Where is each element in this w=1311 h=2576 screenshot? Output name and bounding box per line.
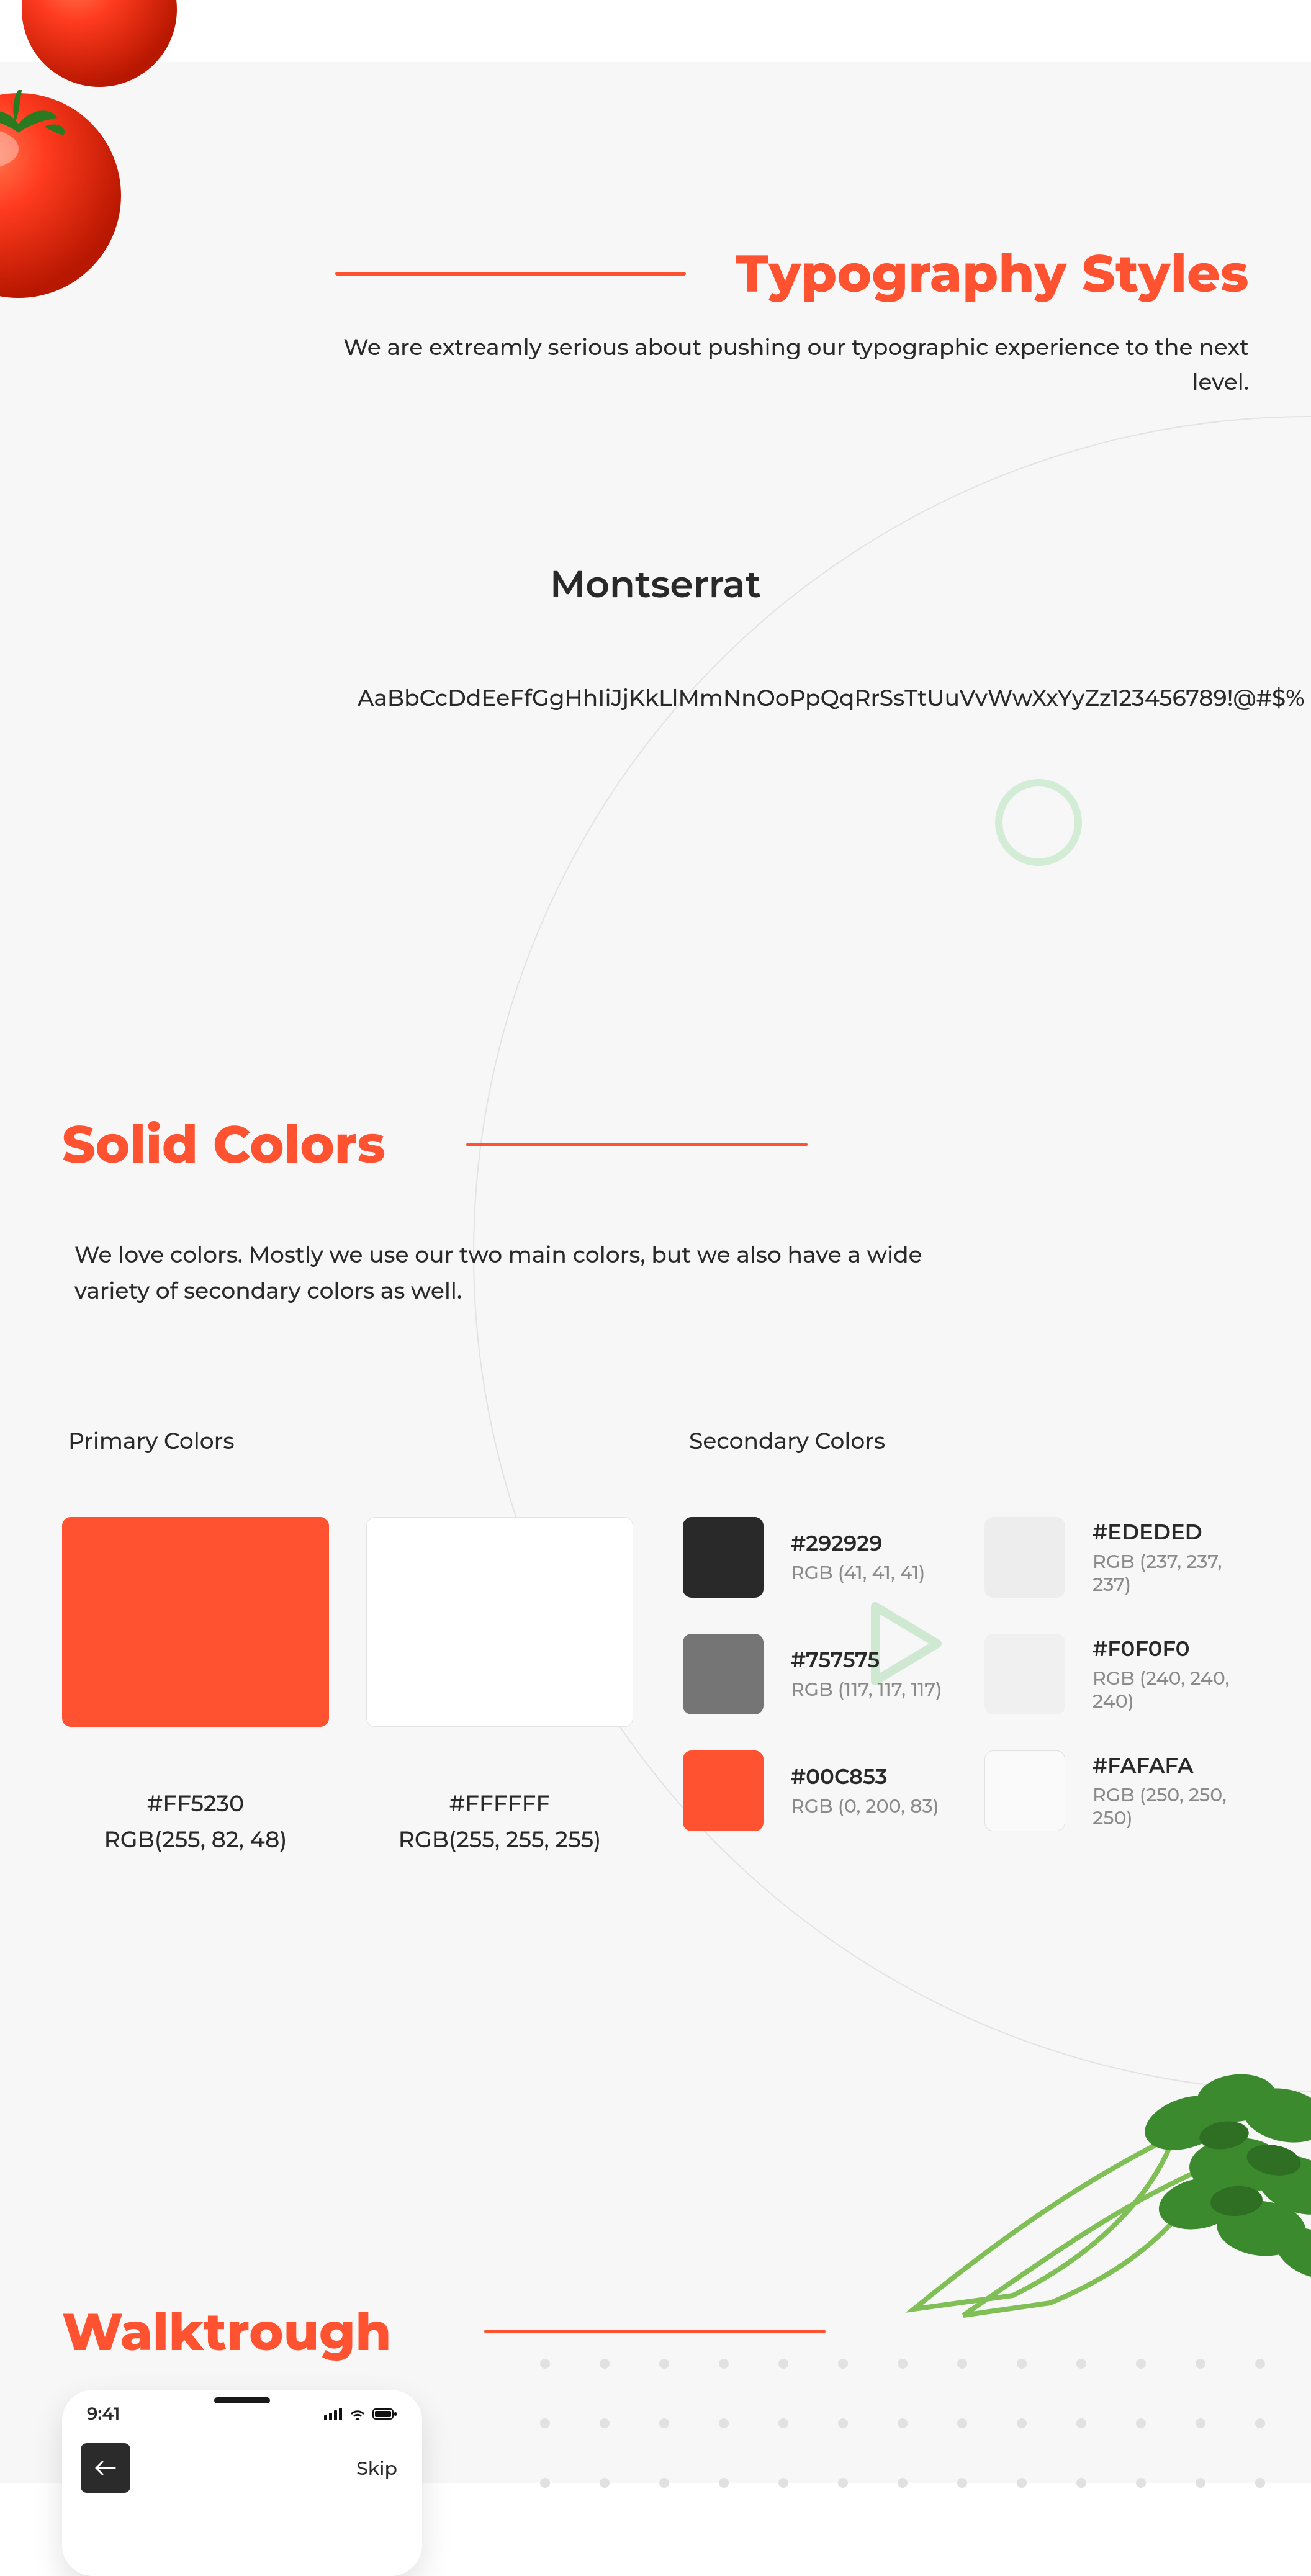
secondary-colors-list-left: #292929 RGB (41, 41, 41) #757575 RGB (11… (683, 1517, 947, 1831)
wifi-icon (349, 2408, 366, 2420)
solid-colors-header: Solid Colors (62, 1113, 1249, 1176)
walkthrough-divider (484, 2330, 826, 2333)
swatch-rgb: RGB (250, 250, 250) (1092, 1783, 1249, 1829)
secondary-colors-column: Secondary Colors #292929 RGB (41, 41, 41… (683, 1428, 1249, 1853)
swatch-hex: #00C853 (791, 1763, 939, 1790)
solid-colors-divider (466, 1143, 808, 1146)
swatch-chip (62, 1517, 329, 1727)
arrow-left-icon (95, 2461, 116, 2475)
back-button[interactable] (81, 2443, 130, 2493)
secondary-swatch-row: #FAFAFA RGB (250, 250, 250) (984, 1750, 1249, 1831)
secondary-swatch-row: #292929 RGB (41, 41, 41) (683, 1517, 947, 1598)
swatch-rgb: RGB (240, 240, 240) (1092, 1667, 1249, 1713)
primary-colors-label: Primary Colors (62, 1428, 633, 1455)
swatch-rgb: RGB (117, 117, 117) (791, 1678, 942, 1701)
swatch-hex: #F0F0F0 (1092, 1636, 1249, 1662)
swatch-chip (984, 1517, 1065, 1598)
walkthrough-title: Walktrough (62, 2300, 391, 2363)
tomato-image-large (0, 90, 124, 301)
swatch-rgb: RGB (237, 237, 237) (1092, 1550, 1249, 1596)
solid-colors-section: Solid Colors We love colors. Mostly we u… (62, 1113, 1249, 1853)
secondary-colors-label: Secondary Colors (683, 1428, 1249, 1455)
status-time: 9:41 (87, 2403, 120, 2425)
battery-icon (372, 2408, 397, 2420)
status-icons (324, 2408, 397, 2420)
swatch-hex: #EDEDED (1092, 1519, 1249, 1545)
phone-notch (177, 2390, 307, 2413)
font-name: Montserrat (62, 562, 1249, 607)
swatch-chip (984, 1750, 1065, 1831)
primary-swatch: #FF5230 RGB(255, 82, 48) (62, 1517, 329, 1853)
swatch-rgb: RGB(255, 255, 255) (366, 1826, 633, 1853)
cellular-icon (324, 2408, 343, 2420)
solid-colors-subtitle: We love colors. Mostly we use our two ma… (62, 1238, 931, 1309)
glyph-sample: AaBbCcDdEeFfGgHhIiJjKkLlMmNnOoPpQqRrSsTt… (358, 682, 953, 716)
swatch-rgb: RGB (41, 41, 41) (791, 1561, 925, 1584)
swatch-chip (984, 1634, 1065, 1714)
typography-divider (335, 272, 686, 276)
swatch-hex: #292929 (791, 1530, 925, 1556)
primary-swatch: #FFFFFF RGB(255, 255, 255) (366, 1517, 633, 1853)
decorative-dot-grid (540, 2359, 1265, 2488)
skip-button[interactable]: Skip (356, 2457, 397, 2480)
primary-colors-column: Primary Colors #FF5230 RGB(255, 82, 48) … (62, 1428, 633, 1853)
secondary-swatch-row: #F0F0F0 RGB (240, 240, 240) (984, 1634, 1249, 1714)
swatch-chip (683, 1517, 764, 1598)
secondary-colors-list-right: #EDEDED RGB (237, 237, 237) #F0F0F0 RGB … (984, 1517, 1249, 1831)
secondary-swatch-row: #00C853 RGB (0, 200, 83) (683, 1750, 947, 1831)
swatch-rgb: RGB (0, 200, 83) (791, 1795, 939, 1817)
parsley-image (889, 2042, 1311, 2340)
typography-title: Typography Styles (736, 242, 1249, 305)
typography-section: Typography Styles We are extreamly serio… (62, 242, 1249, 716)
swatch-chip (683, 1750, 764, 1831)
phone-mockup: 9:41 Skip (62, 2390, 422, 2576)
swatch-chip (366, 1517, 633, 1727)
solid-colors-title: Solid Colors (62, 1113, 385, 1176)
swatch-chip (683, 1634, 764, 1714)
typography-header: Typography Styles (335, 242, 1249, 305)
swatch-hex: #757575 (791, 1647, 942, 1673)
secondary-swatch-row: #EDEDED RGB (237, 237, 237) (984, 1517, 1249, 1598)
swatch-rgb: RGB(255, 82, 48) (62, 1826, 329, 1853)
typography-subtitle: We are extreamly serious about pushing o… (335, 331, 1249, 400)
swatch-hex: #FF5230 (62, 1790, 329, 1817)
tomato-image-small (19, 0, 180, 90)
top-white-strip (0, 0, 1311, 62)
secondary-swatch-row: #757575 RGB (117, 117, 117) (683, 1634, 947, 1714)
swatch-hex: #FAFAFA (1092, 1752, 1249, 1778)
swatch-hex: #FFFFFF (366, 1790, 633, 1817)
